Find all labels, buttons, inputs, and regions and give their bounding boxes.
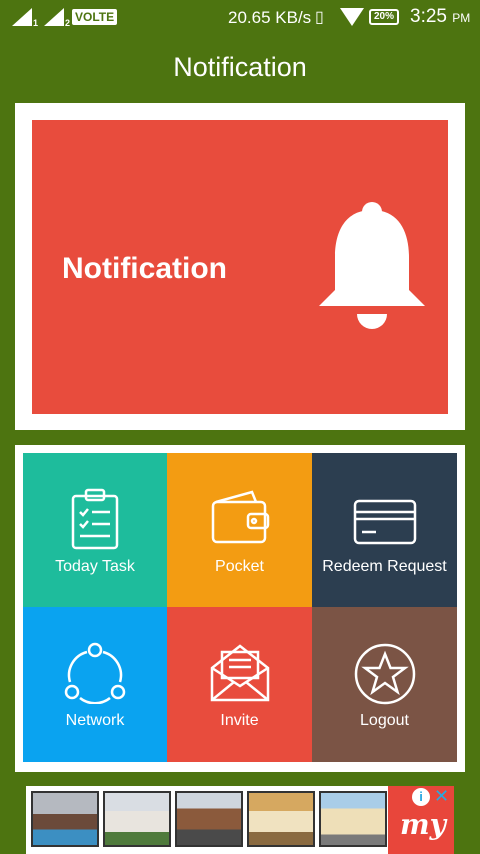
ad-banner[interactable]: i ✕ my <box>26 786 454 854</box>
battery-indicator: 20% <box>369 9 400 25</box>
tile-label: Today Task <box>55 558 135 575</box>
ad-hotel-image[interactable] <box>319 791 387 847</box>
tile-label: Network <box>65 712 125 729</box>
menu-grid: Today Task Pocket Redeem Request Network… <box>23 453 457 764</box>
credit-card-icon <box>353 499 416 545</box>
envelope-icon <box>210 644 269 702</box>
network-tile[interactable]: Network <box>23 607 167 762</box>
ad-brand-text: my <box>400 808 446 841</box>
wifi-icon <box>340 8 364 26</box>
ad-hotel-image[interactable] <box>175 791 243 847</box>
ad-brand-logo[interactable]: i ✕ my <box>388 786 454 854</box>
page-title: Notification <box>173 52 307 82</box>
tile-label: Logout <box>360 712 409 729</box>
sim2-label: 2 <box>65 18 71 28</box>
ad-hotel-image[interactable] <box>103 791 171 847</box>
notification-banner[interactable]: Notification <box>32 120 448 414</box>
sim1-label: 1 <box>33 18 39 28</box>
status-bar: 1 2 VOLTE 20.65 KB/s ▯ 20% 3:25 PM <box>0 0 480 36</box>
notification-card: Notification <box>15 103 465 430</box>
ad-hotel-image[interactable] <box>31 791 99 847</box>
star-icon <box>354 643 415 705</box>
network-speed: 20.65 KB/s <box>228 8 312 27</box>
redeem-request-tile[interactable]: Redeem Request <box>312 453 457 607</box>
signal-icon <box>44 8 64 26</box>
banner-title: Notification <box>62 252 227 285</box>
signal-icon <box>12 8 32 26</box>
today-task-tile[interactable]: Today Task <box>23 453 167 607</box>
invite-tile[interactable]: Invite <box>167 607 312 762</box>
pocket-tile[interactable]: Pocket <box>167 453 312 607</box>
close-icon[interactable]: ✕ <box>434 786 449 807</box>
share-network-icon <box>64 642 126 704</box>
logout-tile[interactable]: Logout <box>312 607 457 762</box>
info-icon[interactable]: i <box>412 788 430 806</box>
ad-hotel-image[interactable] <box>247 791 315 847</box>
wallet-icon <box>211 490 269 544</box>
clipboard-icon <box>71 488 119 550</box>
bell-icon <box>319 202 425 329</box>
tile-label: Pocket <box>215 558 264 575</box>
menu-card: Today Task Pocket Redeem Request Network… <box>15 445 465 772</box>
clock: 3:25 PM <box>410 6 471 27</box>
tile-label: Invite <box>220 712 259 729</box>
tile-label: Redeem Request <box>322 558 447 575</box>
vibrate-icon: ▯ <box>315 9 324 26</box>
volte-badge: VOLTE <box>72 9 118 25</box>
